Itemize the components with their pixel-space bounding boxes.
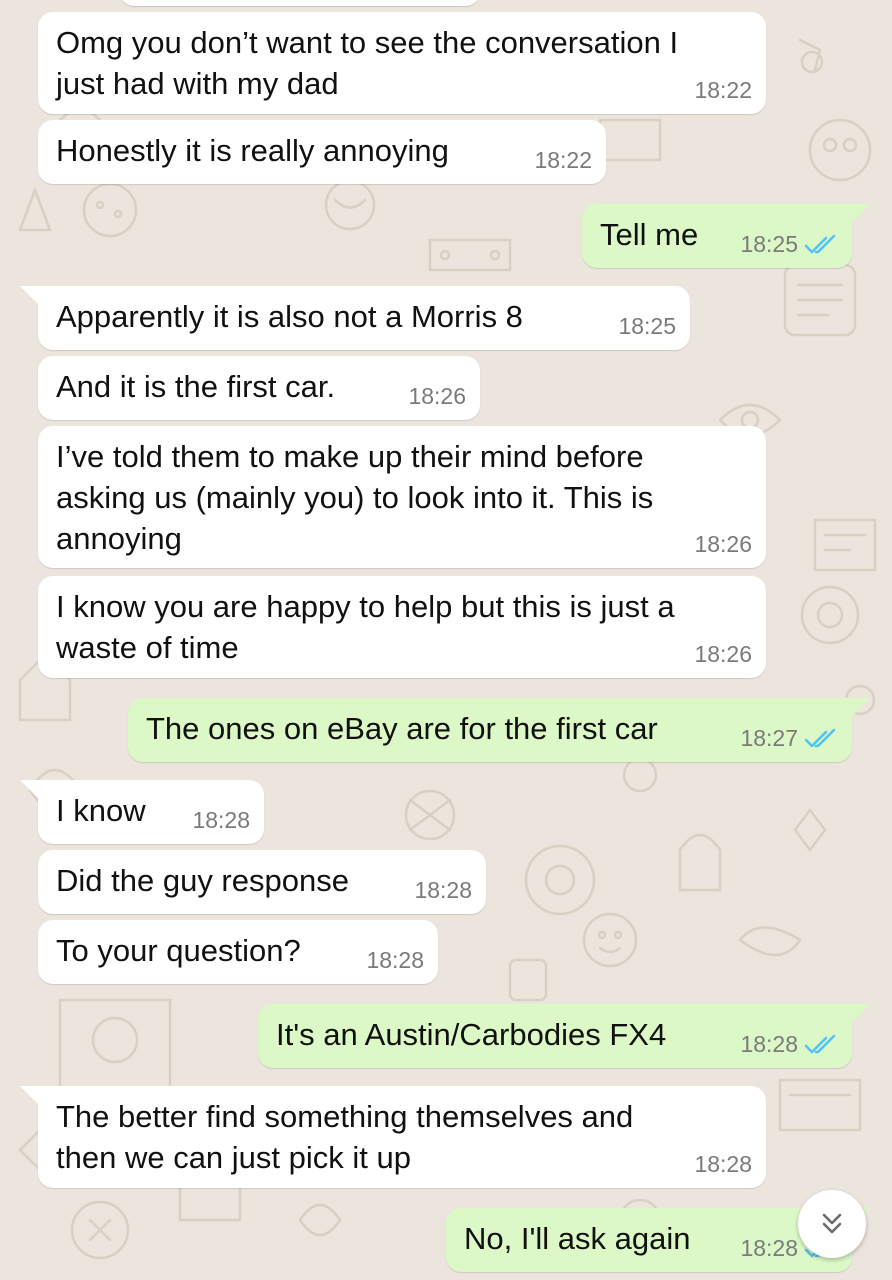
message-text: To your question?	[56, 933, 301, 968]
message-meta: 18:28	[192, 807, 250, 834]
message-bubble-incoming[interactable]: Did the guy response 18:28	[38, 850, 486, 914]
message-time: 18:26	[408, 383, 466, 409]
message-text: Tell me	[600, 217, 699, 252]
message-list[interactable]: Omg you don’t want to see the conversati…	[0, 0, 892, 1280]
message-time: 18:28	[414, 877, 472, 903]
double-chevron-down-icon	[822, 1213, 842, 1234]
message-text: I’ve told them to make up their mind bef…	[56, 439, 654, 556]
message-meta: 18:26	[408, 383, 466, 410]
message-time: 18:27	[740, 725, 798, 751]
message-meta: 18:28	[366, 947, 424, 974]
message-text: And it is the first car.	[56, 369, 336, 404]
message-text: Did the guy response	[56, 863, 349, 898]
message-meta: 18:28	[740, 1031, 838, 1058]
bubble-tail	[848, 698, 870, 720]
message-bubble-outgoing[interactable]: Tell me 18:25	[582, 204, 870, 268]
message-text: The better find something themselves and…	[56, 1099, 634, 1175]
message-time: 18:28	[740, 1235, 798, 1261]
message-bubble-incoming[interactable]: I know 18:28	[20, 780, 264, 844]
message-text: It's an Austin/Carbodies FX4	[276, 1017, 667, 1052]
message-text: I know you are happy to help but this is…	[56, 589, 675, 665]
message-text: Apparently it is also not a Morris 8	[56, 299, 523, 334]
message-time: 18:26	[694, 641, 752, 667]
message-meta: 18:27	[740, 725, 838, 752]
message-bubble-incoming[interactable]: Apparently it is also not a Morris 8 18:…	[20, 286, 690, 350]
message-text: Honestly it is really annoying	[56, 133, 449, 168]
message-bubble-outgoing[interactable]: The ones on eBay are for the first car 1…	[128, 698, 870, 762]
message-meta: 18:26	[694, 531, 752, 558]
message-text: No, I'll ask again	[464, 1221, 691, 1256]
message-time: 18:22	[694, 77, 752, 103]
bubble-tail	[848, 1004, 870, 1026]
message-bubble-incoming[interactable]: I’ve told them to make up their mind bef…	[38, 426, 766, 568]
message-bubble-incoming[interactable]: Omg you don’t want to see the conversati…	[38, 12, 766, 114]
message-time: 18:28	[694, 1151, 752, 1177]
message-meta: 18:28	[694, 1151, 752, 1178]
message-meta: 18:22	[534, 147, 592, 174]
message-text: I know	[56, 793, 146, 828]
bubble-tail	[20, 1086, 42, 1108]
message-time: 18:25	[618, 313, 676, 339]
message-meta: 18:28	[414, 877, 472, 904]
message-time: 18:22	[534, 147, 592, 173]
bubble-tail	[20, 286, 42, 308]
message-bubble-outgoing[interactable]: No, I'll ask again 18:28	[446, 1208, 870, 1272]
message-bubble-outgoing[interactable]: It's an Austin/Carbodies FX4 18:28	[258, 1004, 870, 1068]
message-meta: 18:22	[694, 77, 752, 104]
message-bubble-incoming[interactable]: I know you are happy to help but this is…	[38, 576, 766, 678]
message-meta: 18:25	[740, 231, 838, 258]
previous-message-edge	[120, 0, 480, 6]
message-time: 18:25	[740, 231, 798, 257]
message-bubble-incoming[interactable]: The better find something themselves and…	[20, 1086, 766, 1188]
message-time: 18:26	[694, 531, 752, 557]
message-bubble-incoming[interactable]: To your question? 18:28	[38, 920, 438, 984]
message-time: 18:28	[366, 947, 424, 973]
bubble-tail	[20, 780, 42, 802]
scroll-to-bottom-button[interactable]	[798, 1190, 866, 1258]
message-time: 18:28	[740, 1031, 798, 1057]
double-check-read-icon	[804, 728, 836, 747]
message-bubble-incoming[interactable]: And it is the first car. 18:26	[38, 356, 480, 420]
message-text: Omg you don’t want to see the conversati…	[56, 25, 679, 101]
message-meta: 18:26	[694, 641, 752, 668]
message-meta: 18:25	[618, 313, 676, 340]
bubble-tail	[848, 204, 870, 226]
message-bubble-incoming[interactable]: Honestly it is really annoying 18:22	[38, 120, 606, 184]
double-check-read-icon	[804, 1034, 836, 1053]
message-time: 18:28	[192, 807, 250, 833]
message-text: The ones on eBay are for the first car	[146, 711, 658, 746]
double-check-read-icon	[804, 234, 836, 253]
